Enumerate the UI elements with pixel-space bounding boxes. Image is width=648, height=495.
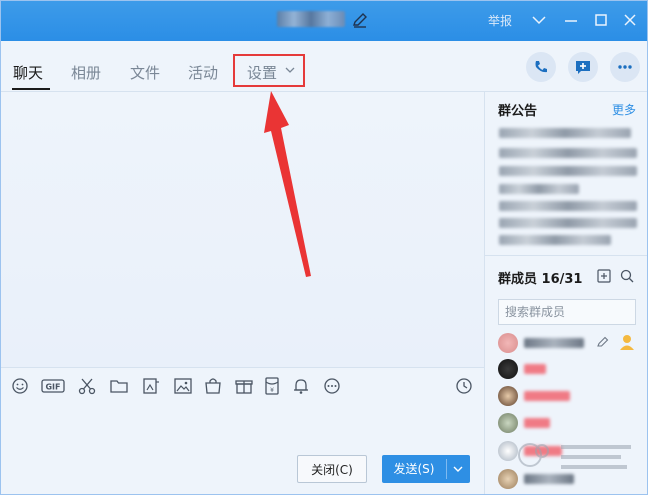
baidu-watermark-logo	[518, 443, 631, 469]
chat-window: 举报 聊天 相册 文件 活动 设置 GIF ¥ 关闭(C) 发送(S) 群公告 …	[0, 0, 648, 495]
annotation-arrow	[264, 91, 311, 277]
